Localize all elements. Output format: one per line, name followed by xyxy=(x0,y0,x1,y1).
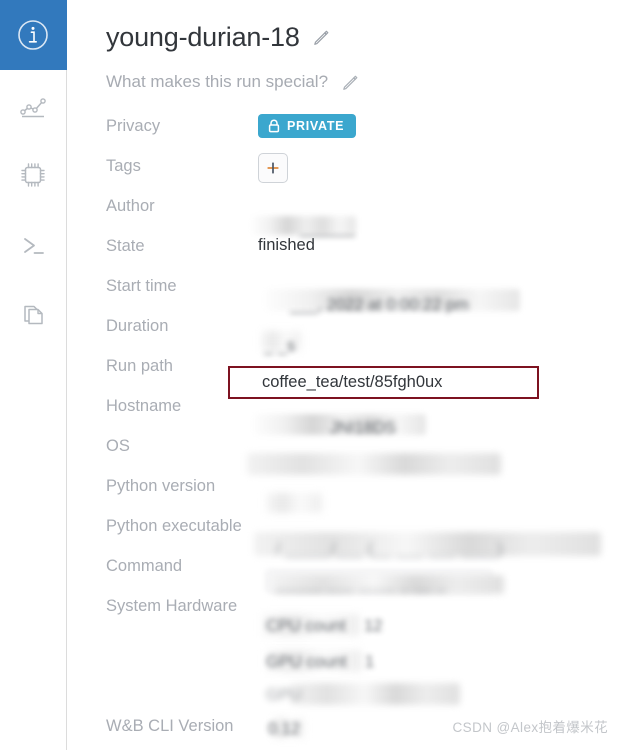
description-row: What makes this run special? xyxy=(106,72,622,92)
private-badge-label: PRIVATE xyxy=(287,119,345,134)
row-value-os-redacted xyxy=(258,430,622,460)
table-row: OS xyxy=(106,430,622,470)
row-label-state: State xyxy=(106,237,145,256)
info-circle-icon xyxy=(16,18,50,52)
table-row-spacer xyxy=(106,630,622,670)
table-row: Tags xyxy=(106,150,622,190)
row-label-os: OS xyxy=(106,437,130,456)
description-placeholder: What makes this run special? xyxy=(106,72,329,92)
left-icon-rail xyxy=(0,0,67,750)
table-row: Duration xyxy=(106,310,622,350)
sidebar-item-overview[interactable] xyxy=(0,0,67,70)
row-value-privacy: PRIVATE xyxy=(258,110,622,140)
row-label-privacy: Privacy xyxy=(106,117,161,136)
cpu-chip-icon xyxy=(16,158,50,192)
add-tag-button[interactable] xyxy=(258,153,288,184)
title-row: young-durian-18 xyxy=(106,0,622,53)
sidebar-item-charts[interactable] xyxy=(0,70,67,140)
files-copy-icon xyxy=(16,298,50,332)
plus-icon xyxy=(265,160,281,176)
sidebar-item-logs[interactable] xyxy=(0,210,67,280)
status-badge-private[interactable]: PRIVATE xyxy=(258,114,357,139)
row-label-author: Author xyxy=(106,197,155,216)
edit-title-pencil-icon[interactable] xyxy=(312,28,331,47)
row-value-python-version-redacted xyxy=(258,470,622,500)
row-label-duration: Duration xyxy=(106,317,169,336)
row-label-tags: Tags xyxy=(106,157,141,176)
edit-description-pencil-icon[interactable] xyxy=(341,73,360,92)
table-row: Command xyxy=(106,550,622,590)
row-label-python-version: Python version xyxy=(106,477,216,496)
sidebar-item-files[interactable] xyxy=(0,280,67,350)
row-value-command-redacted xyxy=(258,550,622,580)
table-row: Python version xyxy=(106,470,622,510)
lock-icon xyxy=(268,119,280,133)
table-row: System Hardware xyxy=(106,590,622,630)
table-row: Start time xyxy=(106,270,622,310)
page-title: young-durian-18 xyxy=(106,22,300,52)
line-chart-icon xyxy=(16,88,50,122)
row-label-command: Command xyxy=(106,557,183,576)
table-row: Privacy PRIVATE xyxy=(106,110,622,150)
table-row: Author xyxy=(106,190,622,230)
run-metadata-table: Privacy PRIVATE Tags Author State finish… xyxy=(106,110,622,750)
row-value-tags xyxy=(258,150,622,186)
table-row: Python executable xyxy=(106,510,622,550)
row-value-system-hardware-redacted xyxy=(258,590,622,620)
sidebar-item-system[interactable] xyxy=(0,140,67,210)
terminal-icon xyxy=(16,228,50,262)
csdn-watermark: CSDN @Alex抱着爆米花 xyxy=(452,720,608,735)
row-value-duration-redacted xyxy=(258,310,622,340)
row-value-start-time-redacted xyxy=(258,270,622,300)
row-value-author-redacted xyxy=(258,190,622,220)
row-label-wandb-cli-version: W&B CLI Version xyxy=(106,717,234,736)
row-value-state: finished xyxy=(258,236,315,255)
run-path-value[interactable]: coffee_tea/test/85fgh0ux xyxy=(262,373,442,392)
row-value-python-executable-redacted xyxy=(258,510,622,540)
table-row: State finished xyxy=(106,230,622,270)
table-row-spacer xyxy=(106,670,622,710)
row-label-system-hardware: System Hardware xyxy=(106,597,238,616)
row-label-start-time: Start time xyxy=(106,277,177,296)
row-label-python-executable: Python executable xyxy=(106,517,242,536)
